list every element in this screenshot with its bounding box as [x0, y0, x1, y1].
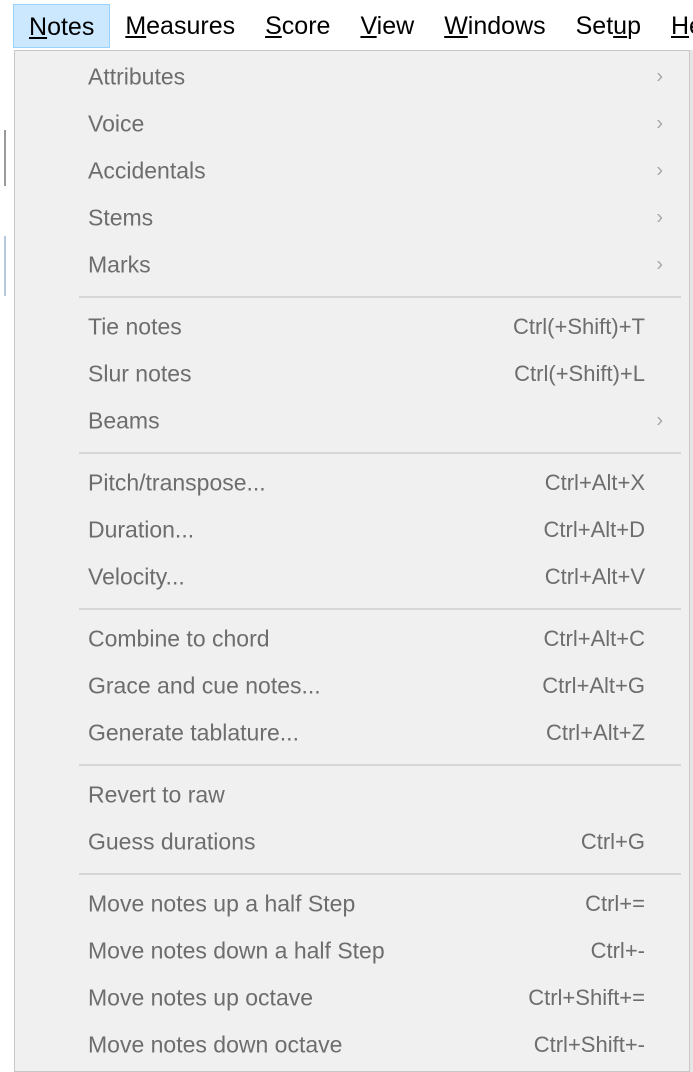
menu-item-slur-notes[interactable]: Slur notes Ctrl(+Shift)+L — [15, 351, 689, 397]
menu-separator — [79, 764, 681, 766]
menu-separator — [79, 296, 681, 298]
menu-item-label: Guess durations — [88, 828, 256, 855]
menu-item-combine-to-chord[interactable]: Combine to chord Ctrl+Alt+C — [15, 616, 689, 662]
menu-item-move-up-half-step[interactable]: Move notes up a half Step Ctrl+= — [15, 881, 689, 927]
menu-measures[interactable]: Measures — [110, 4, 250, 48]
menu-item-velocity[interactable]: Velocity... Ctrl+Alt+V — [15, 554, 689, 600]
menu-item-label: Pitch/transpose... — [88, 469, 266, 496]
menu-item-label: Beams — [88, 407, 160, 434]
background-window-edge — [4, 236, 6, 296]
menu-item-revert-to-raw[interactable]: Revert to raw — [15, 772, 689, 818]
menu-item-shortcut: Ctrl+- — [590, 938, 645, 963]
menu-item-guess-durations[interactable]: Guess durations Ctrl+G — [15, 819, 689, 865]
menu-view[interactable]: View — [345, 4, 429, 48]
menu-item-shortcut: Ctrl+Shift+= — [528, 985, 645, 1010]
menu-item-marks[interactable]: Marks › — [15, 242, 689, 288]
menu-item-shortcut: Ctrl+Alt+C — [543, 626, 645, 651]
menu-item-voice[interactable]: Voice › — [15, 101, 689, 147]
submenu-arrow-icon: › — [656, 112, 663, 135]
menu-item-pitch-transpose[interactable]: Pitch/transpose... Ctrl+Alt+X — [15, 460, 689, 506]
menu-item-shortcut: Ctrl+= — [585, 891, 645, 916]
submenu-arrow-icon: › — [656, 409, 663, 432]
menu-item-label: Revert to raw — [88, 781, 225, 808]
menu-item-label: Tie notes — [88, 313, 182, 340]
menu-item-label: Velocity... — [88, 563, 185, 590]
menu-item-stems[interactable]: Stems › — [15, 195, 689, 241]
submenu-arrow-icon: › — [656, 206, 663, 229]
menu-separator — [79, 873, 681, 875]
menu-item-shortcut: Ctrl+Alt+V — [544, 564, 645, 589]
menu-notes[interactable]: Notes — [13, 4, 111, 48]
menu-item-label: Generate tablature... — [88, 719, 299, 746]
menu-item-label: Slur notes — [88, 360, 192, 387]
menu-item-label: Stems — [88, 204, 154, 231]
menu-item-move-down-half-step[interactable]: Move notes down a half Step Ctrl+- — [15, 928, 689, 974]
menu-item-shortcut: Ctrl(+Shift)+T — [512, 314, 645, 339]
menu-item-tie-notes[interactable]: Tie notes Ctrl(+Shift)+T — [15, 304, 689, 350]
submenu-arrow-icon: › — [656, 65, 663, 88]
menu-item-shortcut: Ctrl(+Shift)+L — [514, 361, 645, 386]
menu-item-label: Move notes up octave — [88, 984, 314, 1011]
menu-separator — [79, 608, 681, 610]
menu-item-shortcut: Ctrl+Alt+D — [543, 517, 645, 542]
menu-score[interactable]: Score — [250, 4, 345, 48]
menu-item-shortcut: Ctrl+Alt+Z — [545, 720, 645, 745]
menu-item-label: Marks — [88, 251, 151, 278]
menu-item-move-down-octave[interactable]: Move notes down octave Ctrl+Shift+- — [15, 1022, 689, 1068]
menu-item-label: Move notes down a half Step — [88, 937, 385, 964]
menu-windows[interactable]: Windows — [429, 4, 560, 48]
submenu-arrow-icon: › — [656, 159, 663, 182]
menu-item-attributes[interactable]: Attributes › — [15, 54, 689, 100]
menu-item-label: Move notes up a half Step — [88, 890, 356, 917]
menu-item-label: Duration... — [88, 516, 195, 543]
menu-item-beams[interactable]: Beams › — [15, 398, 689, 444]
menu-setup[interactable]: Setup — [561, 4, 656, 48]
menu-item-generate-tablature[interactable]: Generate tablature... Ctrl+Alt+Z — [15, 710, 689, 756]
background-window-edge — [4, 130, 6, 186]
menu-bar: Notes Measures Score View Windows Setup … — [0, 0, 693, 52]
menu-item-label: Grace and cue notes... — [88, 672, 321, 699]
menu-item-label: Attributes — [88, 63, 186, 90]
menu-item-label: Voice — [88, 110, 145, 137]
menu-help[interactable]: He — [656, 4, 693, 48]
menu-item-accidentals[interactable]: Accidentals › — [15, 148, 689, 194]
menu-item-shortcut: Ctrl+Shift+- — [533, 1032, 645, 1057]
menu-item-shortcut: Ctrl+Alt+G — [542, 673, 645, 698]
menu-separator — [79, 452, 681, 454]
menu-item-grace-and-cue-notes[interactable]: Grace and cue notes... Ctrl+Alt+G — [15, 663, 689, 709]
menu-item-shortcut: Ctrl+G — [580, 829, 645, 854]
submenu-arrow-icon: › — [656, 253, 663, 276]
menu-item-duration[interactable]: Duration... Ctrl+Alt+D — [15, 507, 689, 553]
menu-item-label: Accidentals — [88, 157, 206, 184]
menu-item-label: Move notes down octave — [88, 1031, 343, 1058]
notes-dropdown-menu: Attributes › Voice › Accidentals › Stems… — [14, 50, 690, 1072]
menu-item-label: Combine to chord — [88, 625, 270, 652]
menu-item-shortcut: Ctrl+Alt+X — [544, 470, 645, 495]
menu-item-move-up-octave[interactable]: Move notes up octave Ctrl+Shift+= — [15, 975, 689, 1021]
